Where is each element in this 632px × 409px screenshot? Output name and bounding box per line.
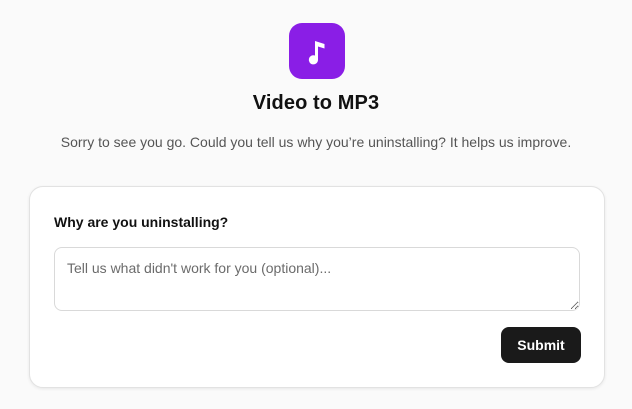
app-title: Video to MP3 [252,92,380,114]
subtitle: Sorry to see you go. Could you tell us w… [60,134,572,150]
submit-button[interactable]: Submit [501,327,581,363]
feedback-card: Why are you uninstalling? Submit [29,186,605,388]
uninstall-feedback-page: Video to MP3 Sorry to see you go. Could … [0,0,632,409]
question-label: Why are you uninstalling? [54,214,229,230]
feedback-textarea[interactable] [54,247,580,311]
app-icon [289,23,345,79]
music-note-icon [308,41,325,65]
